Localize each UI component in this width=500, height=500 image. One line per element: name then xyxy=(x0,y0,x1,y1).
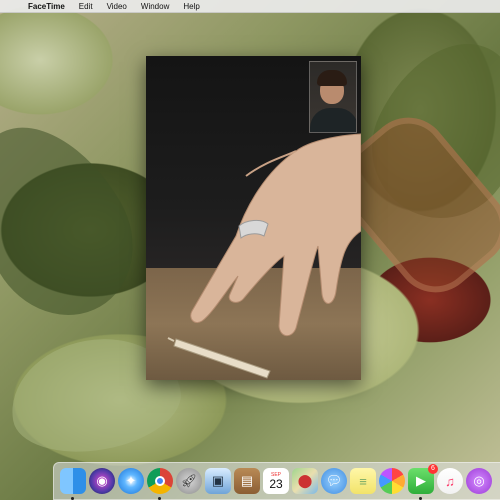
menu-edit[interactable]: Edit xyxy=(79,2,93,11)
self-view-camera[interactable] xyxy=(309,61,357,133)
calendar-icon[interactable]: SEP 23 xyxy=(263,468,289,494)
menu-help[interactable]: Help xyxy=(183,2,199,11)
chrome-icon[interactable] xyxy=(147,468,173,500)
dock: ◉ ✦ 🚀︎ ▣ ▤ SEP 23 ⬤ 💬︎ ≡ ▶ 6 ♫ ◎ xyxy=(53,462,500,500)
self-view-hair xyxy=(317,70,347,86)
notebook-icon[interactable]: ▤ xyxy=(234,468,260,494)
maps-icon[interactable]: ⬤ xyxy=(292,468,318,494)
self-view-shirt xyxy=(310,108,356,132)
finder-icon[interactable] xyxy=(60,468,86,500)
calendar-day: 23 xyxy=(269,476,283,491)
siri-icon[interactable]: ◉ xyxy=(89,468,115,494)
facetime-call-window[interactable] xyxy=(146,56,361,380)
preview-icon[interactable]: ▣ xyxy=(205,468,231,494)
notification-badge: 6 xyxy=(428,464,438,474)
podcasts-icon[interactable]: ◎ xyxy=(466,468,492,494)
wallpaper-leaf xyxy=(0,98,161,342)
music-icon[interactable]: ♫ xyxy=(437,468,463,494)
stickies-icon[interactable]: ≡ xyxy=(350,468,376,494)
safari-icon[interactable]: ✦ xyxy=(118,468,144,494)
menu-app-name[interactable]: FaceTime xyxy=(28,2,65,11)
photos-icon[interactable] xyxy=(379,468,405,494)
messages-icon[interactable]: 💬︎ xyxy=(321,468,347,494)
menu-bar: FaceTime Edit Video Window Help xyxy=(0,0,500,13)
chrome-core xyxy=(155,476,165,486)
rocket-icon[interactable]: 🚀︎ xyxy=(176,468,202,494)
menu-window[interactable]: Window xyxy=(141,2,169,11)
menu-video[interactable]: Video xyxy=(107,2,127,11)
facetime-icon[interactable]: ▶ 6 xyxy=(408,464,438,500)
